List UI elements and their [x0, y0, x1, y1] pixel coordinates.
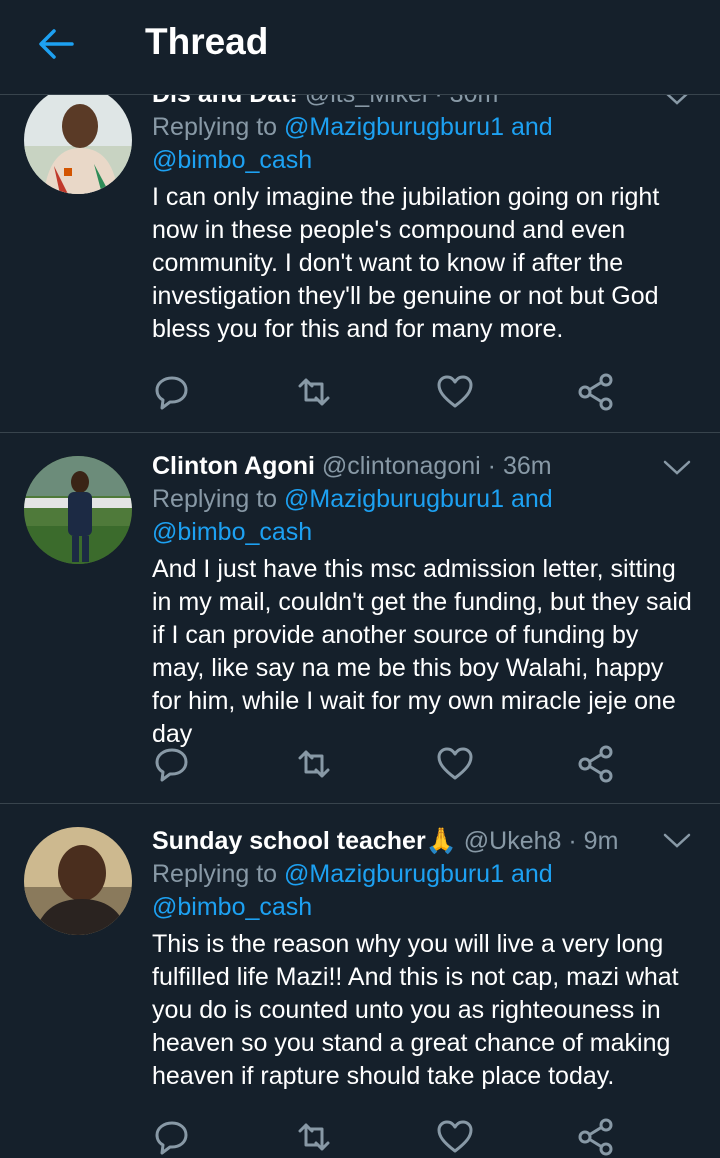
- avatar[interactable]: [24, 827, 132, 935]
- tweet-text: This is the reason why you will live a v…: [152, 930, 679, 1090]
- replying-label: Replying to: [152, 860, 278, 888]
- replying-to: Replying to @Mazigburugburu1 and @bimbo_…: [152, 858, 692, 924]
- retweet-icon[interactable]: [294, 1117, 334, 1157]
- and-link[interactable]: and: [511, 485, 553, 513]
- display-name[interactable]: Sunday school teacher🙏: [152, 827, 457, 855]
- top-bar: Thread: [0, 0, 720, 95]
- heart-icon[interactable]: [435, 1117, 475, 1157]
- arrow-left-icon[interactable]: [34, 22, 78, 66]
- tweet-meta: Sunday school teacher🙏 @Ukeh8 · 9m: [152, 825, 692, 858]
- retweet-icon[interactable]: [294, 744, 334, 784]
- tweet-text: And I just have this msc admission lette…: [152, 555, 692, 748]
- reply-icon[interactable]: [152, 744, 192, 784]
- display-name[interactable]: Clinton Agoni: [152, 452, 315, 480]
- tweet-actions: [152, 744, 622, 784]
- tweet[interactable]: Sunday school teacher🙏 @Ukeh8 · 9m Reply…: [0, 803, 720, 1158]
- handle[interactable]: @clintonagoni: [322, 452, 481, 480]
- share-icon[interactable]: [576, 372, 616, 412]
- handle[interactable]: @Ukeh8: [464, 827, 562, 855]
- timestamp[interactable]: 36m: [503, 452, 552, 480]
- and-link[interactable]: and: [511, 113, 553, 141]
- timestamp[interactable]: 9m: [584, 827, 619, 855]
- heart-icon[interactable]: [435, 744, 475, 784]
- tweet-meta: Clinton Agoni @clintonagoni · 36m: [152, 450, 692, 483]
- reply-icon[interactable]: [152, 372, 192, 412]
- avatar[interactable]: [24, 456, 132, 564]
- tweet-actions: [152, 372, 622, 412]
- mention-link[interactable]: @Mazigburugburu1: [284, 485, 504, 513]
- thread-feed: Dis and Dat! @its_Mikel · 30m Replying t…: [0, 0, 720, 1158]
- mention-link[interactable]: @Mazigburugburu1: [284, 113, 504, 141]
- heart-icon[interactable]: [435, 372, 475, 412]
- tweet-text: I can only imagine the jubilation going …: [152, 183, 660, 343]
- tweet-actions: [152, 1117, 622, 1157]
- mention-link[interactable]: @bimbo_cash: [152, 518, 312, 546]
- tweet[interactable]: Clinton Agoni @clintonagoni · 36m Replyi…: [0, 432, 720, 804]
- separator-dot: ·: [568, 827, 577, 855]
- replying-to: Replying to @Mazigburugburu1 and @bimbo_…: [152, 111, 692, 177]
- replying-to: Replying to @Mazigburugburu1 and @bimbo_…: [152, 483, 692, 549]
- share-icon[interactable]: [576, 744, 616, 784]
- mention-link[interactable]: @bimbo_cash: [152, 893, 312, 921]
- avatar[interactable]: [24, 86, 132, 194]
- separator-dot: ·: [487, 452, 496, 480]
- and-link[interactable]: and: [511, 860, 553, 888]
- chevron-down-icon[interactable]: [662, 458, 692, 478]
- mention-link[interactable]: @Mazigburugburu1: [284, 860, 504, 888]
- replying-label: Replying to: [152, 485, 278, 513]
- retweet-icon[interactable]: [294, 372, 334, 412]
- chevron-down-icon[interactable]: [662, 831, 692, 851]
- share-icon[interactable]: [576, 1117, 616, 1157]
- page-title: Thread: [145, 21, 269, 62]
- reply-icon[interactable]: [152, 1117, 192, 1157]
- mention-link[interactable]: @bimbo_cash: [152, 146, 312, 174]
- replying-label: Replying to: [152, 113, 278, 141]
